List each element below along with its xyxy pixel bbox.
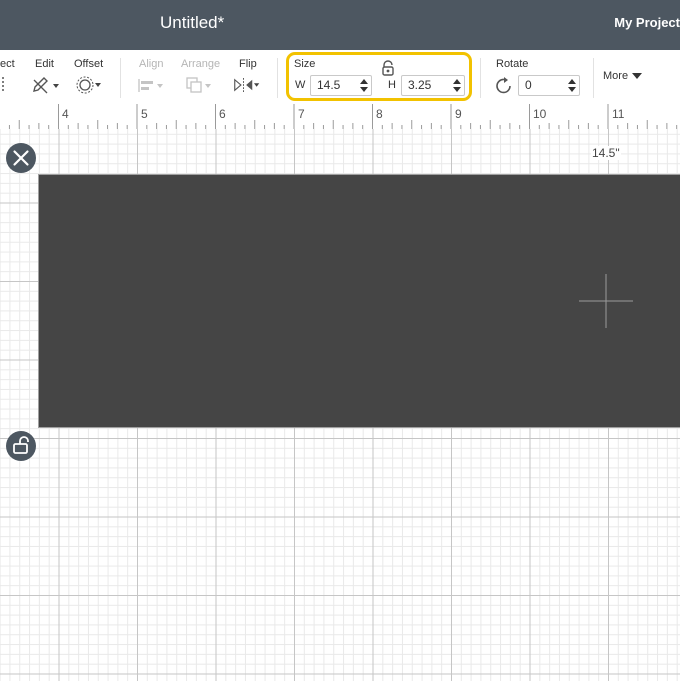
more-label: More xyxy=(603,70,629,82)
arrange-icon xyxy=(186,77,211,93)
ruler-ticks xyxy=(8,104,678,129)
my-projects-link[interactable]: My Project xyxy=(614,15,680,30)
ruler-mark: 5 xyxy=(141,107,148,121)
rotate-label: Rotate xyxy=(496,58,529,70)
offset-icon[interactable] xyxy=(75,76,103,94)
toolbar-divider xyxy=(277,58,278,98)
horizontal-ruler: 4 5 6 7 8 9 10 11 xyxy=(0,104,680,130)
align-label: Align xyxy=(139,58,164,70)
select-icon[interactable] xyxy=(0,76,6,94)
select-label: ect xyxy=(0,58,15,70)
flip-icon[interactable] xyxy=(233,76,261,94)
ruler-mark: 7 xyxy=(298,107,305,121)
ruler-mark: 8 xyxy=(376,107,383,121)
edit-label: Edit xyxy=(35,58,54,70)
toolbar-divider xyxy=(593,58,594,98)
toolbar-divider xyxy=(120,58,121,98)
delete-button[interactable] xyxy=(6,143,36,173)
ruler-mark: 11 xyxy=(612,107,625,121)
unlock-icon xyxy=(13,436,29,454)
toolbar-divider xyxy=(480,58,481,98)
close-icon xyxy=(13,150,29,166)
ruler-mark: 9 xyxy=(455,107,462,121)
align-icon xyxy=(138,79,163,92)
ruler-mark: 6 xyxy=(219,107,226,121)
lock-proportions-button[interactable] xyxy=(6,431,36,461)
rotate-stepper-icon[interactable] xyxy=(568,78,576,93)
rotate-value: 0 xyxy=(525,78,532,92)
width-dimension-readout: 14.5" xyxy=(591,146,621,160)
header-bar: Untitled* My Project xyxy=(0,0,680,50)
arrange-label: Arrange xyxy=(181,58,221,70)
chevron-down-icon xyxy=(632,73,643,80)
rotate-icon[interactable] xyxy=(495,77,513,94)
rotate-input[interactable]: 0 xyxy=(518,75,580,96)
ruler-mark: 4 xyxy=(62,107,69,121)
crosshair-icon xyxy=(579,274,633,328)
more-button[interactable]: More xyxy=(603,70,643,82)
project-title[interactable]: Untitled* xyxy=(160,13,224,33)
ruler-mark: 10 xyxy=(533,107,547,121)
edit-pencil-icon[interactable] xyxy=(31,76,59,94)
offset-label: Offset xyxy=(74,58,104,70)
flip-label: Flip xyxy=(239,58,257,70)
size-highlight-outline xyxy=(286,52,472,101)
